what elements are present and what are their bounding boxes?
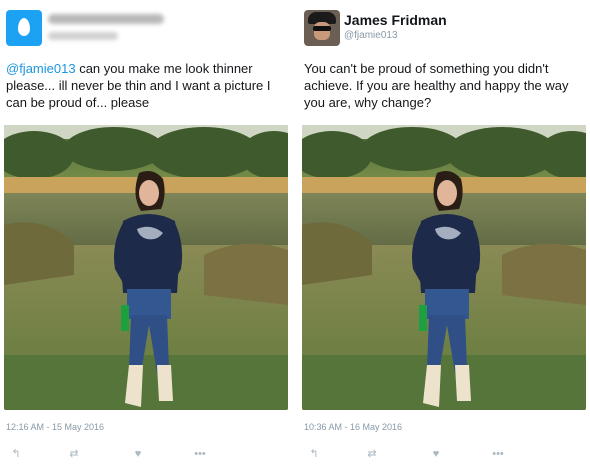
tweet-actions: ↰ ⇄ ♥ •••	[298, 447, 588, 461]
tweet-request: @fjamie013 can you make me look thinner …	[0, 0, 290, 467]
retweet-icon[interactable]: ⇄	[66, 447, 82, 461]
blurred-username	[48, 32, 118, 40]
display-name[interactable]: James Fridman	[344, 12, 447, 28]
retweet-icon[interactable]: ⇄	[364, 447, 380, 461]
woman-by-lake-photo	[4, 125, 288, 410]
tweet-text: You can't be proud of something you didn…	[304, 61, 569, 110]
tweet-actions: ↰ ⇄ ♥ •••	[0, 447, 290, 461]
woman-by-lake-photo	[302, 125, 586, 410]
mention-link[interactable]: @fjamie013	[6, 61, 76, 76]
column-divider	[290, 0, 298, 467]
tweet-text: @fjamie013 can you make me look thinner …	[6, 60, 288, 111]
blurred-display-name	[48, 14, 164, 24]
more-icon[interactable]: •••	[486, 447, 510, 461]
tweet-timestamp[interactable]: 10:36 AM - 16 May 2016	[304, 422, 402, 432]
tweet-reply: James Fridman @fjamie013 You can't be pr…	[298, 0, 588, 467]
like-icon[interactable]: ♥	[130, 447, 146, 461]
tweet-photo[interactable]	[302, 125, 586, 410]
tweet-photo[interactable]	[4, 125, 288, 410]
reply-icon[interactable]: ↰	[306, 447, 322, 461]
reply-icon[interactable]: ↰	[8, 447, 24, 461]
egg-avatar-icon[interactable]	[6, 10, 42, 46]
user-avatar[interactable]	[304, 10, 340, 46]
like-icon[interactable]: ♥	[428, 447, 444, 461]
username[interactable]: @fjamie013	[344, 30, 398, 41]
tweet-timestamp[interactable]: 12:16 AM - 15 May 2016	[6, 422, 104, 432]
more-icon[interactable]: •••	[188, 447, 212, 461]
